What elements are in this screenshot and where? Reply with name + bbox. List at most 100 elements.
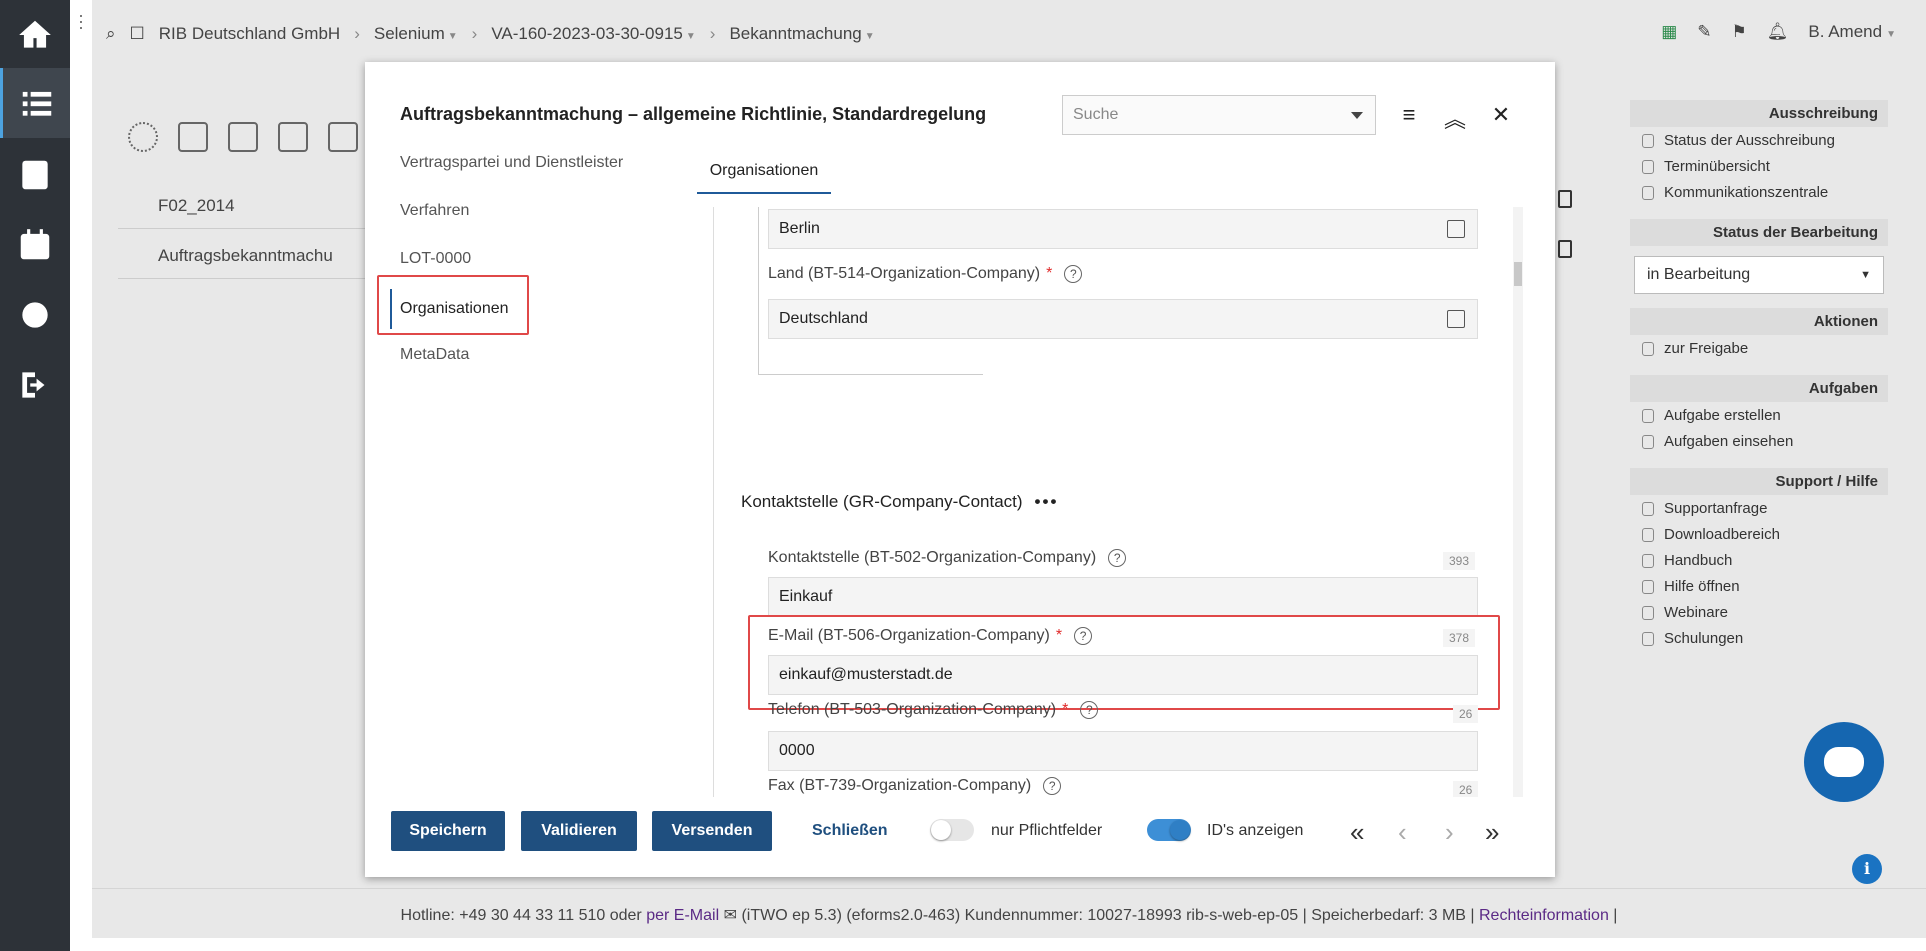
chat-icon[interactable]	[1804, 722, 1884, 802]
info-icon[interactable]: i	[1852, 854, 1882, 884]
search-select[interactable]: Suche	[1062, 95, 1376, 135]
scrollbar[interactable]	[1513, 207, 1523, 797]
phone-field[interactable]: 0000	[768, 731, 1478, 771]
help-icon[interactable]: ?	[1064, 265, 1083, 283]
breadcrumb-section[interactable]: Bekanntmachung ▼	[729, 24, 874, 44]
highlight-box	[748, 615, 1500, 710]
show-ids-toggle[interactable]	[1147, 819, 1191, 841]
land-field[interactable]: Deutschland	[768, 299, 1478, 339]
show-ids-label: ID's anzeigen	[1207, 822, 1304, 839]
topbar: ⌕ ☐ RIB Deutschland GmbH › Selenium ▼ › V…	[92, 0, 1926, 68]
document-icon	[1642, 341, 1654, 356]
next-page-icon[interactable]: ›	[1445, 817, 1454, 848]
last-page-icon[interactable]: »	[1485, 817, 1499, 848]
land-label: Land (BT-514-Organization-Company) *?	[768, 265, 1083, 283]
list-item[interactable]: F02_2014	[118, 188, 378, 229]
help-icon[interactable]: ?	[1043, 777, 1062, 795]
list-icon[interactable]	[0, 68, 70, 138]
collapse-icon[interactable]: ︽	[1444, 102, 1466, 134]
more-vertical-icon[interactable]: · · ·	[78, 6, 84, 36]
list-item[interactable]: Auftragsbekanntmachu	[118, 238, 378, 279]
char-counter: 393	[1443, 552, 1476, 570]
trash-icon[interactable]	[1558, 240, 1572, 258]
fax-label: Fax (BT-739-Organization-Company)?	[768, 777, 1062, 795]
nav-item-verfahren[interactable]: Verfahren	[400, 202, 469, 220]
form-content: Berlin Land (BT-514-Organization-Company…	[713, 207, 1523, 797]
breadcrumb-company[interactable]: RIB Deutschland GmbH	[159, 24, 340, 44]
link-terminuebersicht[interactable]: Terminübersicht	[1630, 153, 1888, 179]
send-button[interactable]: Versenden	[652, 811, 772, 851]
user-menu[interactable]: B. Amend ▼	[1808, 22, 1896, 42]
more-horizontal-icon[interactable]: •••	[1035, 492, 1059, 511]
nav-item-lot[interactable]: LOT-0000	[400, 250, 471, 268]
phone-label: Telefon (BT-503-Organization-Company) *?	[768, 701, 1099, 719]
bookmark-icon[interactable]: ☐	[130, 24, 145, 44]
link-schulungen[interactable]: Schulungen	[1630, 625, 1888, 651]
text-icon[interactable]	[328, 122, 358, 152]
document-icon	[1642, 434, 1654, 449]
nav-item-metadata[interactable]: MetaData	[400, 346, 469, 364]
link-aufgabe-erstellen[interactable]: Aufgabe erstellen	[1630, 402, 1888, 428]
link-supportanfrage[interactable]: Supportanfrage	[1630, 495, 1888, 521]
close-link[interactable]: Schließen	[812, 822, 888, 840]
char-counter: 26	[1453, 781, 1479, 797]
contact-label: Kontaktstelle (BT-502-Organization-Compa…	[768, 549, 1127, 567]
main-sidebar	[0, 0, 70, 951]
scrollbar-thumb[interactable]	[1514, 262, 1522, 286]
tab-organisationen[interactable]: Organisationen	[697, 154, 831, 194]
breadcrumb-procedure[interactable]: VA-160-2023-03-30-0915 ▼	[491, 24, 695, 44]
menu-icon[interactable]: ≡	[1398, 102, 1420, 134]
binders-icon[interactable]	[228, 122, 258, 152]
calendar-icon[interactable]	[0, 210, 70, 280]
link-zur-freigabe[interactable]: zur Freigabe	[1630, 335, 1888, 361]
help-icon[interactable]: ?	[1080, 701, 1099, 719]
footer-legal-link[interactable]: Rechteinformation	[1479, 907, 1609, 924]
footer-email-link[interactable]: per E-Mail	[646, 907, 719, 924]
help-icon[interactable]: ?	[1108, 549, 1127, 567]
section-heading: Aktionen	[1630, 308, 1888, 335]
link-kommunikationszentrale[interactable]: Kommunikationszentrale	[1630, 179, 1888, 205]
chevron-right-icon: ›	[471, 24, 478, 43]
document-icon	[1642, 185, 1654, 200]
gear-icon[interactable]	[0, 280, 70, 350]
link-hilfe-oeffnen[interactable]: Hilfe öffnen	[1630, 573, 1888, 599]
bell-icon[interactable]: 🔔︎	[1767, 22, 1789, 42]
contact-field[interactable]: Einkauf	[768, 577, 1478, 617]
contacts-icon[interactable]	[0, 140, 70, 210]
link-status-ausschreibung[interactable]: Status der Ausschreibung	[1630, 127, 1888, 153]
upload-icon[interactable]	[178, 122, 208, 152]
link-webinare[interactable]: Webinare	[1630, 599, 1888, 625]
breadcrumb-project[interactable]: Selenium ▼	[374, 24, 458, 44]
trash-icon[interactable]	[1558, 190, 1572, 208]
apps-icon[interactable]: ▦	[1661, 22, 1677, 42]
first-page-icon[interactable]: «	[1350, 817, 1364, 848]
prev-page-icon[interactable]: ‹	[1398, 817, 1407, 848]
validate-button[interactable]: Validieren	[521, 811, 637, 851]
section-heading: Aufgaben	[1630, 375, 1888, 402]
chevron-right-icon: ›	[709, 24, 716, 43]
close-icon[interactable]: ✕	[1490, 102, 1512, 134]
group-title-kontaktstelle: Kontaktstelle (GR-Company-Contact) •••	[741, 492, 1059, 511]
section-heading: Support / Hilfe	[1630, 468, 1888, 495]
document-icon	[1642, 408, 1654, 423]
only-required-toggle[interactable]	[930, 819, 974, 841]
document-icon	[1642, 605, 1654, 620]
edit-icon[interactable]	[1447, 220, 1465, 238]
nav-item-vertragspartei[interactable]: Vertragspartei und Dienstleister	[400, 154, 623, 172]
edit-icon[interactable]	[1447, 310, 1465, 328]
footer-tail: |	[1613, 907, 1618, 924]
sign-icon[interactable]	[278, 122, 308, 152]
flag-icon[interactable]: ⚑	[1732, 22, 1747, 42]
highlight-box	[377, 275, 529, 335]
ted-icon[interactable]	[128, 122, 158, 152]
edit-doc-icon[interactable]: ✎	[1697, 22, 1711, 42]
save-button[interactable]: Speichern	[391, 811, 505, 851]
status-select[interactable]: in Bearbeitung ▼	[1634, 256, 1884, 294]
link-downloadbereich[interactable]: Downloadbereich	[1630, 521, 1888, 547]
search-icon[interactable]: ⌕	[106, 24, 116, 44]
logout-icon[interactable]	[0, 350, 70, 420]
home-icon[interactable]	[0, 0, 70, 70]
link-handbuch[interactable]: Handbuch	[1630, 547, 1888, 573]
link-aufgaben-einsehen[interactable]: Aufgaben einsehen	[1630, 428, 1888, 454]
city-field[interactable]: Berlin	[768, 209, 1478, 249]
